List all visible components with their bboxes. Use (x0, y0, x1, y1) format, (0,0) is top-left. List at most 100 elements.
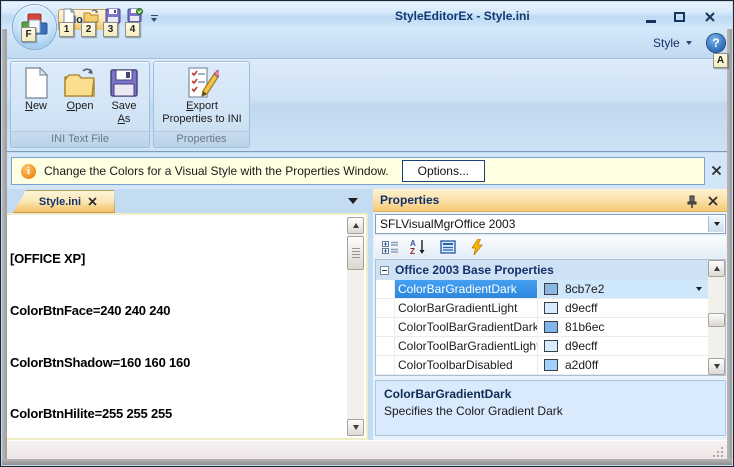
scroll-up-button[interactable] (708, 260, 725, 277)
row-gutter (376, 318, 395, 336)
pin-icon (687, 195, 697, 208)
group-label-ini-text-file: INI Text File (11, 131, 149, 147)
tab-close-icon[interactable] (88, 197, 97, 206)
document-list-dropdown[interactable] (348, 198, 358, 204)
collapse-icon[interactable] (380, 266, 389, 275)
property-pages-icon (440, 240, 456, 254)
color-swatch[interactable] (544, 340, 558, 352)
property-value: d9ecff (565, 339, 597, 353)
properties-panel-header: Properties (373, 189, 728, 212)
resize-grip[interactable] (712, 446, 724, 458)
combobox-dropdown-button[interactable] (708, 216, 724, 232)
chevron-down-icon (151, 18, 157, 22)
property-name[interactable]: ColorToolbarDisabled (395, 356, 538, 374)
save-as-button[interactable]: Save As (102, 66, 146, 130)
info-icon: i (21, 164, 36, 179)
property-value-cell[interactable]: 81b6ec (538, 318, 708, 336)
lightning-icon (471, 239, 483, 255)
events-button[interactable] (467, 238, 487, 256)
scroll-up-button[interactable] (347, 217, 364, 234)
combobox-value: SFLVisualMgrOffice 2003 (380, 217, 515, 231)
property-value: 8cb7e2 (565, 282, 604, 296)
window-border-right (727, 29, 732, 465)
help-button[interactable]: ? (707, 34, 725, 52)
alphabetical-sort-button[interactable]: A Z (409, 238, 429, 256)
chevron-down-icon (686, 41, 692, 45)
property-name[interactable]: ColorBarGradientDark (395, 280, 538, 298)
color-swatch[interactable] (544, 359, 558, 371)
new-document-icon (21, 66, 51, 100)
categorized-button[interactable] (380, 238, 400, 256)
color-swatch[interactable] (544, 321, 558, 333)
property-name[interactable]: ColorToolBarGradientDark (395, 318, 538, 336)
color-swatch[interactable] (544, 302, 558, 314)
property-row[interactable]: ColorToolBarGradientLight d9ecff (376, 337, 708, 356)
qat-customize-dropdown[interactable] (148, 13, 160, 25)
style-menu-button[interactable]: Style (653, 34, 692, 52)
open-button[interactable]: Open (58, 66, 102, 130)
property-row[interactable]: ColorBarGradientDark 8cb7e2 (376, 280, 708, 299)
options-button[interactable]: Options... (402, 160, 485, 182)
property-row[interactable]: ColorBarGradientLight d9ecff (376, 299, 708, 318)
editor-content: [OFFICE XP] ColorBtnFace=240 240 240 Col… (10, 216, 344, 440)
category-row[interactable]: Office 2003 Base Properties (376, 260, 708, 280)
property-value-cell[interactable]: a2d0ff (538, 356, 708, 374)
scroll-thumb[interactable] (708, 313, 725, 327)
maximize-icon (674, 12, 685, 22)
close-button[interactable] (699, 8, 721, 26)
ini-text-editor[interactable]: [OFFICE XP] ColorBtnFace=240 240 240 Col… (5, 213, 368, 440)
close-icon (704, 11, 716, 23)
arrow-down-icon (714, 364, 720, 369)
property-value-cell[interactable]: 8cb7e2 (538, 280, 708, 298)
export-properties-button[interactable]: Export Properties to INI (154, 66, 250, 130)
maximize-button[interactable] (668, 8, 690, 26)
message-text: Change the Colors for a Visual Style wit… (44, 164, 389, 178)
ribbon-group-properties: Export Properties to INI Properties (153, 61, 250, 148)
document-tab-style-ini[interactable]: Style.ini (13, 190, 115, 213)
style-menu-label: Style (653, 36, 680, 50)
row-gutter (376, 356, 395, 374)
value-dropdown-button[interactable] (691, 282, 706, 296)
export-properties-icon (185, 66, 219, 100)
property-value: 81b6ec (565, 320, 604, 334)
color-swatch[interactable] (544, 283, 558, 295)
qat-customize-icon (151, 15, 158, 16)
property-name[interactable]: ColorToolBarGradientLight (395, 337, 538, 355)
categorized-icon (382, 240, 399, 255)
grid-scrollbar[interactable] (708, 260, 725, 375)
editor-line: ColorBtnShadow=160 160 160 (10, 354, 344, 371)
message-bar: i Change the Colors for a Visual Style w… (7, 153, 728, 189)
row-gutter (376, 337, 395, 355)
property-value-cell[interactable]: d9ecff (538, 299, 708, 317)
message-bar-close-button[interactable] (708, 162, 724, 178)
scroll-down-button[interactable] (708, 358, 725, 375)
new-button[interactable]: New (14, 66, 58, 130)
property-pages-button[interactable] (438, 238, 458, 256)
arrow-up-icon (714, 266, 720, 271)
open-folder-icon (63, 66, 97, 100)
minimize-button[interactable] (640, 8, 662, 26)
scroll-down-button[interactable] (347, 419, 364, 436)
property-row[interactable]: ColorToolbarDisabled a2d0ff (376, 356, 708, 375)
arrow-down-icon (353, 425, 359, 430)
editor-panel: Style.ini [OFFICE XP] ColorBtnFace=240 2… (5, 189, 368, 440)
scroll-thumb[interactable] (347, 236, 364, 270)
chevron-down-icon (714, 222, 720, 226)
group-label-properties: Properties (154, 131, 249, 147)
window-border-left (2, 29, 7, 465)
object-selector-combobox[interactable]: SFLVisualMgrOffice 2003 (375, 214, 726, 234)
property-row[interactable]: ColorToolBarGradientDark 81b6ec (376, 318, 708, 337)
window-border-bottom (2, 459, 732, 465)
editor-scrollbar[interactable] (347, 217, 364, 436)
property-name[interactable]: ColorBarGradientLight (395, 299, 538, 317)
row-gutter (376, 280, 395, 298)
property-value-cell[interactable]: d9ecff (538, 337, 708, 355)
ribbon: New Open (6, 58, 728, 152)
keytip-qat-3: 3 (103, 22, 118, 37)
row-gutter (376, 299, 395, 317)
auto-hide-pin-button[interactable] (684, 193, 700, 209)
properties-close-button[interactable] (705, 193, 721, 209)
description-text: Specifies the Color Gradient Dark (384, 404, 717, 418)
editor-line: ColorBtnHilite=255 255 255 (10, 405, 344, 422)
properties-toolbar: A Z (375, 236, 726, 258)
